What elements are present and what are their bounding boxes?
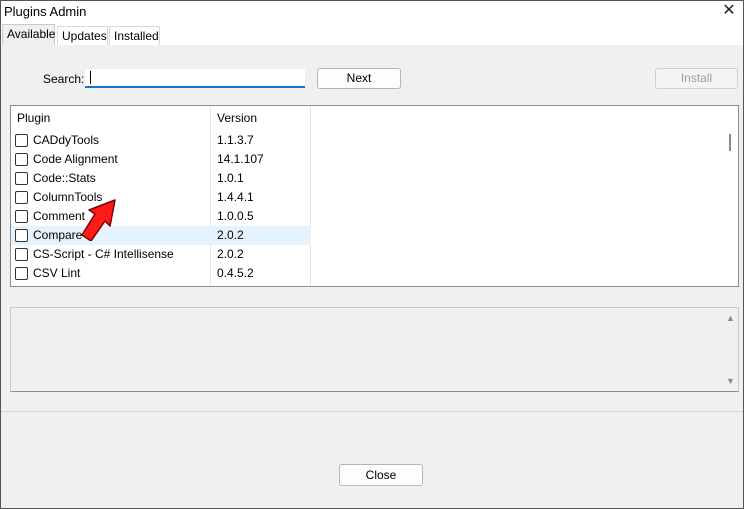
plugin-checkbox[interactable] <box>15 267 28 280</box>
install-button[interactable]: Install <box>655 68 738 89</box>
plugin-version: 2.0.2 <box>217 247 244 261</box>
description-scrollbar[interactable]: ▲ ▼ <box>722 308 738 391</box>
list-item[interactable]: CS-Script - C# Intellisense 2.0.2 <box>11 245 311 264</box>
list-item-partial[interactable] <box>11 283 311 287</box>
title-bar: Plugins Admin ✕ <box>1 1 743 23</box>
divider <box>1 411 743 412</box>
plugin-version: 1.0.1 <box>217 171 244 185</box>
tab-installed[interactable]: Installed <box>109 26 160 45</box>
list-item[interactable]: ColumnTools 1.4.4.1 <box>11 188 311 207</box>
tab-strip: Available Updates Installed <box>1 23 743 45</box>
plugins-admin-window: Plugins Admin ✕ Available Updates Instal… <box>0 0 744 509</box>
scrollbar-thumb[interactable] <box>729 134 731 151</box>
list-item[interactable]: CADdyTools 1.1.3.7 <box>11 131 311 150</box>
plugin-name: Comment <box>33 209 86 223</box>
description-box[interactable]: ▲ ▼ <box>10 307 739 392</box>
window-title: Plugins Admin <box>4 4 87 19</box>
list-item[interactable]: Comment 1.0.0.5 <box>11 207 311 226</box>
plugin-checkbox[interactable] <box>15 286 28 287</box>
plugin-list[interactable]: Plugin Version CADdyTools 1.1.3.7 Code A… <box>10 105 739 287</box>
scroll-down-icon[interactable]: ▼ <box>726 376 735 386</box>
plugin-name: CSV Lint <box>33 266 81 280</box>
plugin-name: Code Alignment <box>33 152 118 166</box>
list-item[interactable]: CSV Lint 0.4.5.2 <box>11 264 311 283</box>
plugin-name: Code::Stats <box>33 171 96 185</box>
plugin-version: 0.4.5.2 <box>217 266 254 280</box>
tab-updates[interactable]: Updates <box>57 26 108 45</box>
plugin-checkbox[interactable] <box>15 229 28 242</box>
plugin-version: 1.4.4.1 <box>217 190 254 204</box>
column-header-plugin[interactable]: Plugin <box>17 111 50 125</box>
list-scrollbar[interactable] <box>722 106 738 286</box>
plugin-checkbox[interactable] <box>15 248 28 261</box>
column-header-version[interactable]: Version <box>217 111 257 125</box>
search-input[interactable] <box>85 69 305 88</box>
plugin-checkbox[interactable] <box>15 210 28 223</box>
close-icon[interactable]: ✕ <box>721 3 737 19</box>
list-item[interactable]: Code Alignment 14.1.107 <box>11 150 311 169</box>
plugin-version: 1.0.0.5 <box>217 209 254 223</box>
plugin-name: CADdyTools <box>33 133 100 147</box>
search-label: Search: <box>43 72 85 86</box>
close-button[interactable]: Close <box>339 464 423 486</box>
plugin-version: 1.1.3.7 <box>217 133 254 147</box>
scroll-up-icon[interactable]: ▲ <box>726 313 735 323</box>
plugin-checkbox[interactable] <box>15 153 28 166</box>
plugin-name: Compare <box>33 228 83 242</box>
tab-available[interactable]: Available <box>2 24 55 45</box>
plugin-checkbox[interactable] <box>15 172 28 185</box>
plugin-version: 2.0.2 <box>217 228 244 242</box>
next-button[interactable]: Next <box>317 68 401 89</box>
plugin-checkbox[interactable] <box>15 134 28 147</box>
red-arrow-icon <box>81 199 116 241</box>
text-caret <box>90 71 91 84</box>
plugin-version: 14.1.107 <box>217 152 264 166</box>
list-item[interactable]: Code::Stats 1.0.1 <box>11 169 311 188</box>
list-item[interactable]: Compare 2.0.2 <box>11 226 311 245</box>
plugin-name: CS-Script - C# Intellisense <box>33 247 174 261</box>
plugin-checkbox[interactable] <box>15 191 28 204</box>
